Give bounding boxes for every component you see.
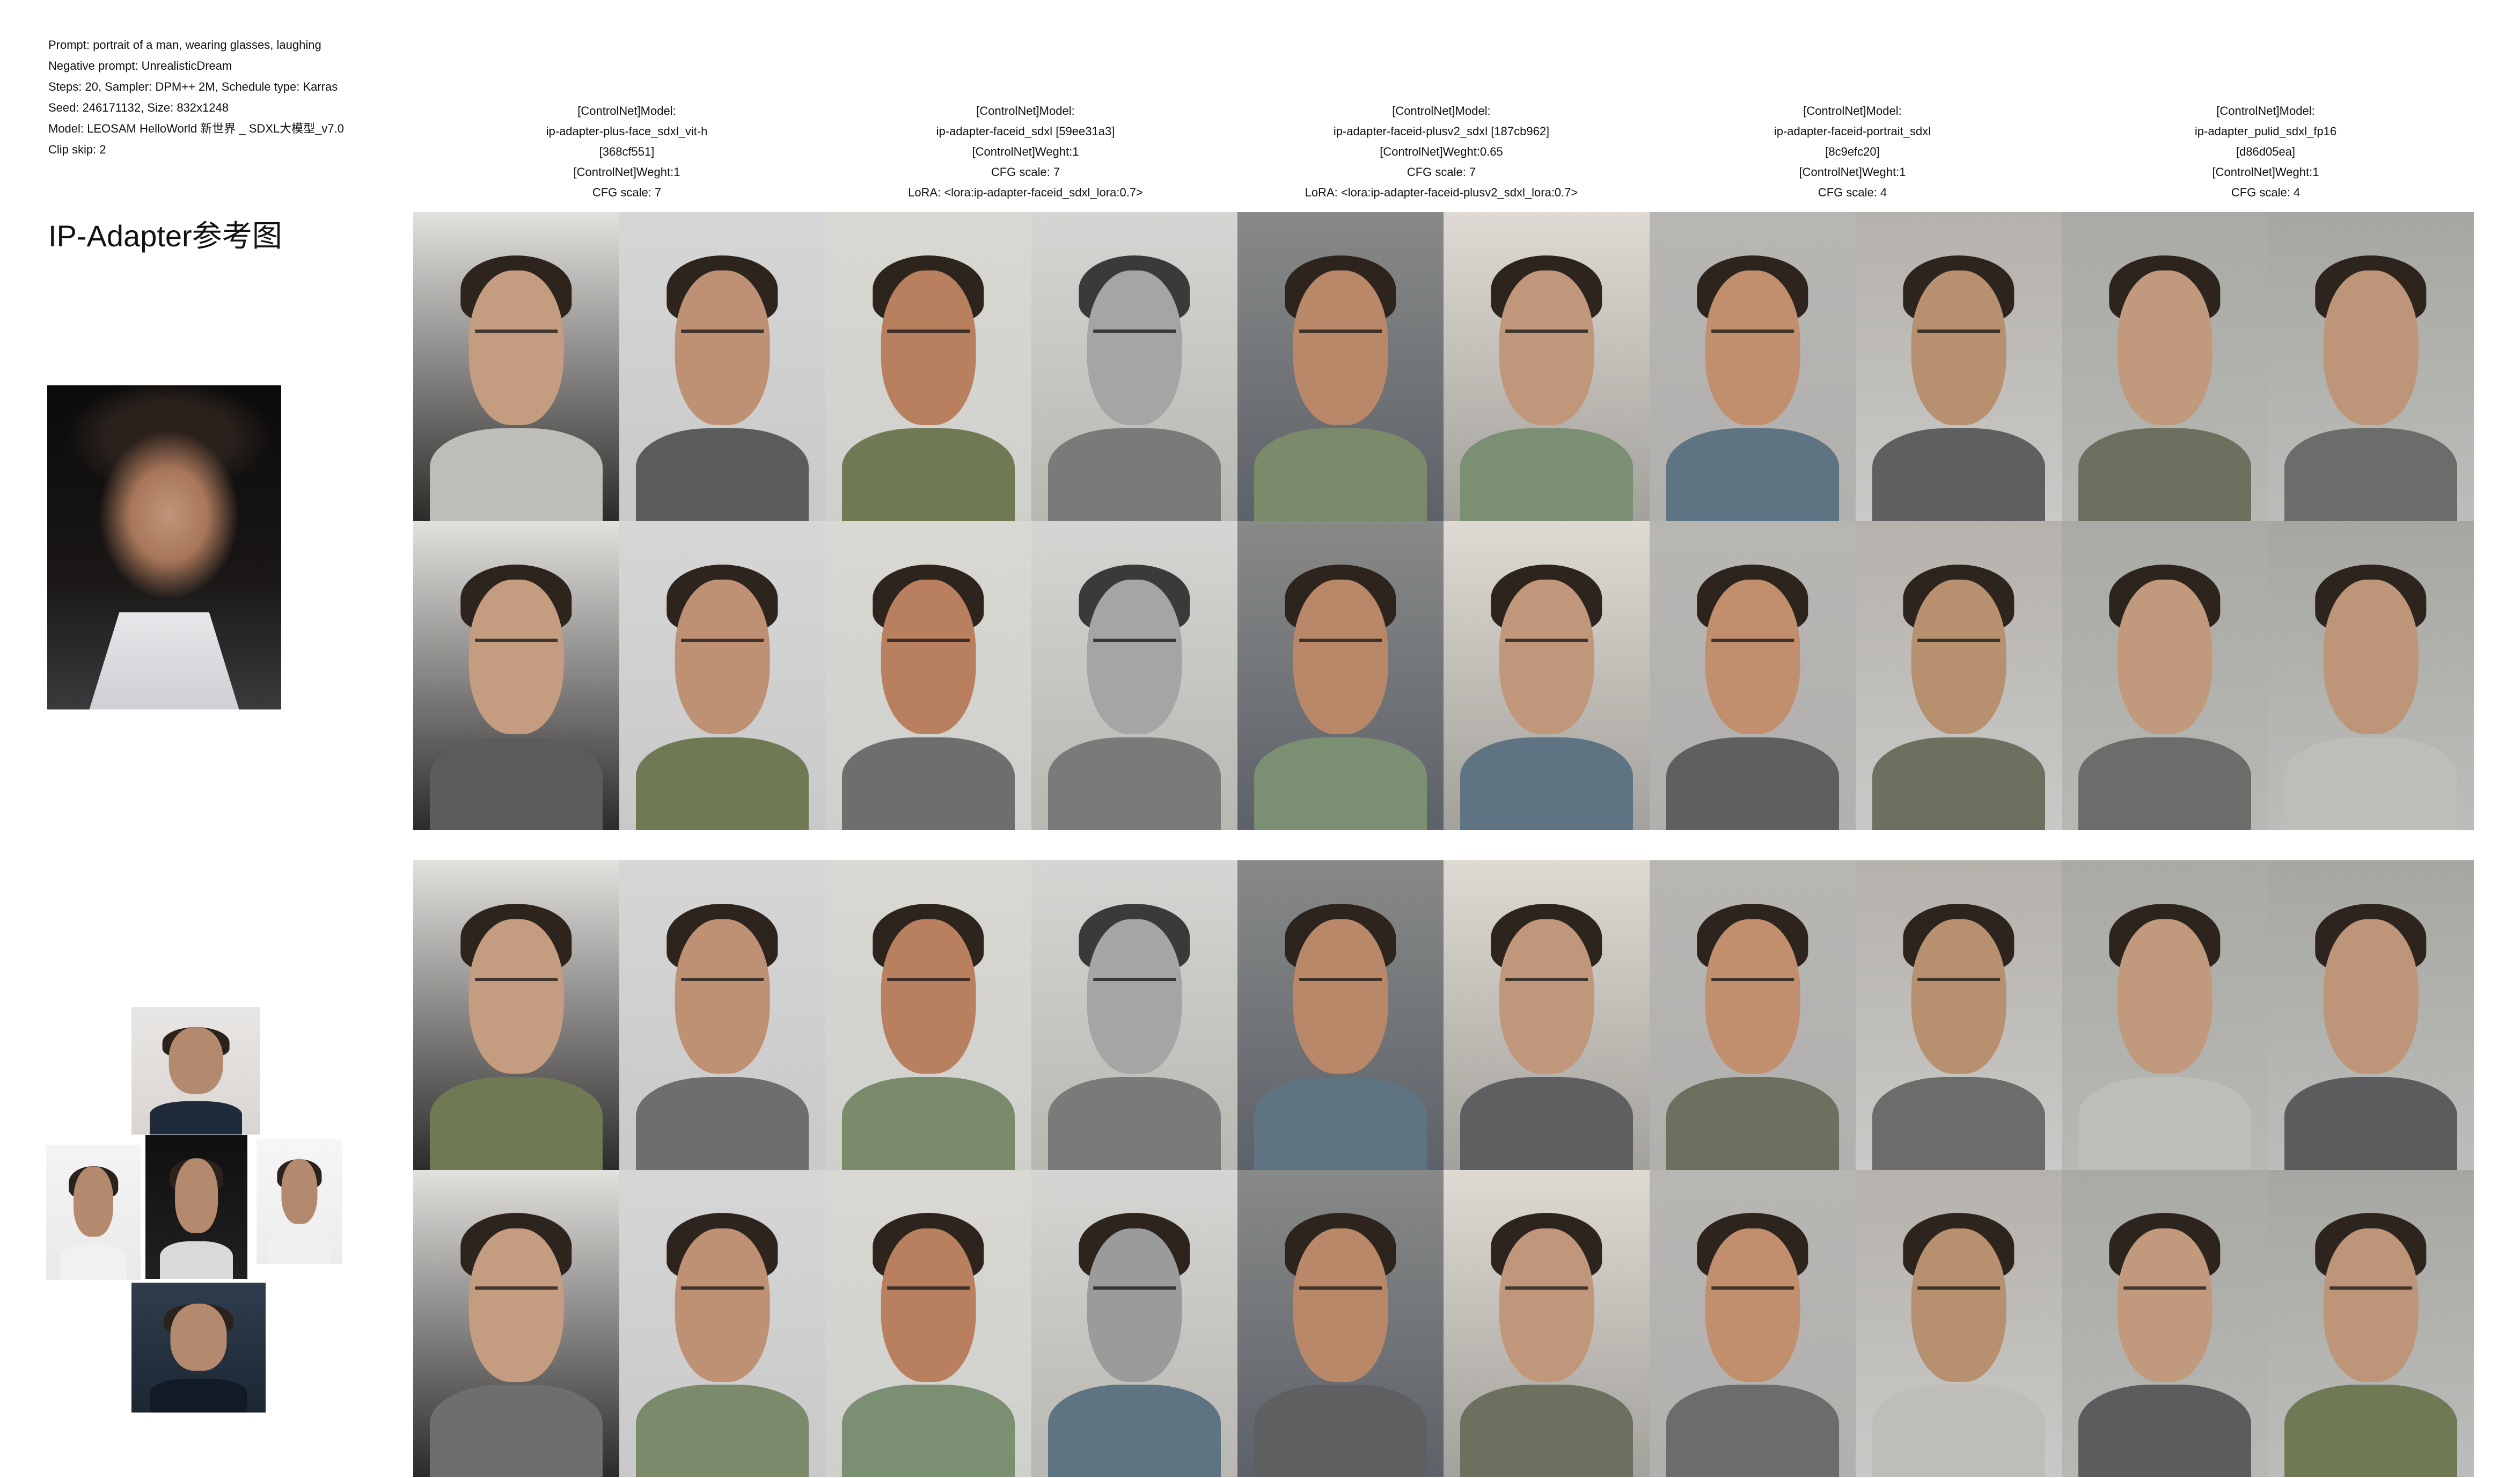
column-header-pulid: [ControlNet]Model: ip-adapter_pulid_sdxl… xyxy=(2194,104,2337,199)
result-image-r1-c3 xyxy=(825,212,1031,521)
result-image-r3-c3 xyxy=(825,860,1031,1170)
result-image-r2-c10 xyxy=(2268,521,2474,830)
reference-image-bottom xyxy=(131,1283,266,1413)
result-image-r1-c7 xyxy=(1650,212,1856,521)
result-image-r3-c1 xyxy=(413,860,619,1170)
result-image-r2-c8 xyxy=(1856,521,2062,830)
result-image-r3-c10 xyxy=(2268,860,2474,1170)
generation-settings: Prompt: portrait of a man, wearing glass… xyxy=(48,34,381,160)
result-image-r3-c6 xyxy=(1444,860,1650,1170)
result-image-r3-c2 xyxy=(619,860,825,1170)
reference-image-left xyxy=(46,1145,141,1280)
prompt-text: Prompt: portrait of a man, wearing glass… xyxy=(48,38,321,52)
result-image-r4-c10 xyxy=(2268,1170,2474,1477)
result-image-r2-c3 xyxy=(825,521,1031,830)
seed-size-text: Seed: 246171132, Size: 832x1248 xyxy=(48,101,229,114)
result-image-r2-c7 xyxy=(1650,521,1856,830)
result-image-r4-c3 xyxy=(825,1170,1031,1477)
result-image-r4-c6 xyxy=(1444,1170,1650,1477)
result-image-r1-c10 xyxy=(2268,212,2474,521)
result-image-r1-c4 xyxy=(1031,212,1237,521)
result-image-r4-c2 xyxy=(619,1170,825,1477)
result-image-r3-c5 xyxy=(1237,860,1444,1170)
result-image-r1-c9 xyxy=(2062,212,2268,521)
result-image-r2-c4 xyxy=(1031,521,1237,830)
result-image-r4-c7 xyxy=(1650,1170,1856,1477)
result-image-r3-c4 xyxy=(1031,860,1237,1170)
result-image-r3-c8 xyxy=(1856,860,2062,1170)
result-image-r4-c5 xyxy=(1237,1170,1444,1477)
column-header-faceid-plusv2: [ControlNet]Model: ip-adapter-faceid-plu… xyxy=(1305,104,1578,199)
result-image-r4-c1 xyxy=(413,1170,619,1477)
result-image-r4-c9 xyxy=(2062,1170,2268,1477)
model-text: Model: LEOSAM HelloWorld 新世界 _ SDXL大模型_v… xyxy=(48,122,344,135)
result-image-r1-c2 xyxy=(619,212,825,521)
result-image-r4-c8 xyxy=(1856,1170,2062,1477)
result-image-r2-c2 xyxy=(619,521,825,830)
reference-image-top xyxy=(131,1007,260,1135)
result-image-r1-c5 xyxy=(1237,212,1444,521)
reference-image-main xyxy=(47,385,281,709)
negative-prompt-text: Negative prompt: UnrealisticDream xyxy=(48,59,232,72)
result-image-r1-c8 xyxy=(1856,212,2062,521)
result-image-r2-c1 xyxy=(413,521,619,830)
column-header-faceid: [ControlNet]Model: ip-adapter-faceid_sdx… xyxy=(908,104,1143,199)
result-image-r3-c9 xyxy=(2062,860,2268,1170)
column-header-plus-face: [ControlNet]Model: ip-adapter-plus-face_… xyxy=(546,104,708,199)
result-image-r1-c6 xyxy=(1444,212,1650,521)
reference-image-center xyxy=(145,1135,247,1279)
clip-skip-text: Clip skip: 2 xyxy=(48,143,106,156)
result-image-r2-c6 xyxy=(1444,521,1650,830)
reference-image-right xyxy=(257,1139,342,1264)
column-header-faceid-portrait: [ControlNet]Model: ip-adapter-faceid-por… xyxy=(1774,104,1931,199)
result-image-r3-c7 xyxy=(1650,860,1856,1170)
result-image-r1-c1 xyxy=(413,212,619,521)
reference-title: IP-Adapter参考图 xyxy=(48,219,282,253)
result-image-r2-c9 xyxy=(2062,521,2268,830)
sampler-text: Steps: 20, Sampler: DPM++ 2M, Schedule t… xyxy=(48,80,338,93)
result-image-r4-c4 xyxy=(1031,1170,1237,1477)
result-image-r2-c5 xyxy=(1237,521,1444,830)
